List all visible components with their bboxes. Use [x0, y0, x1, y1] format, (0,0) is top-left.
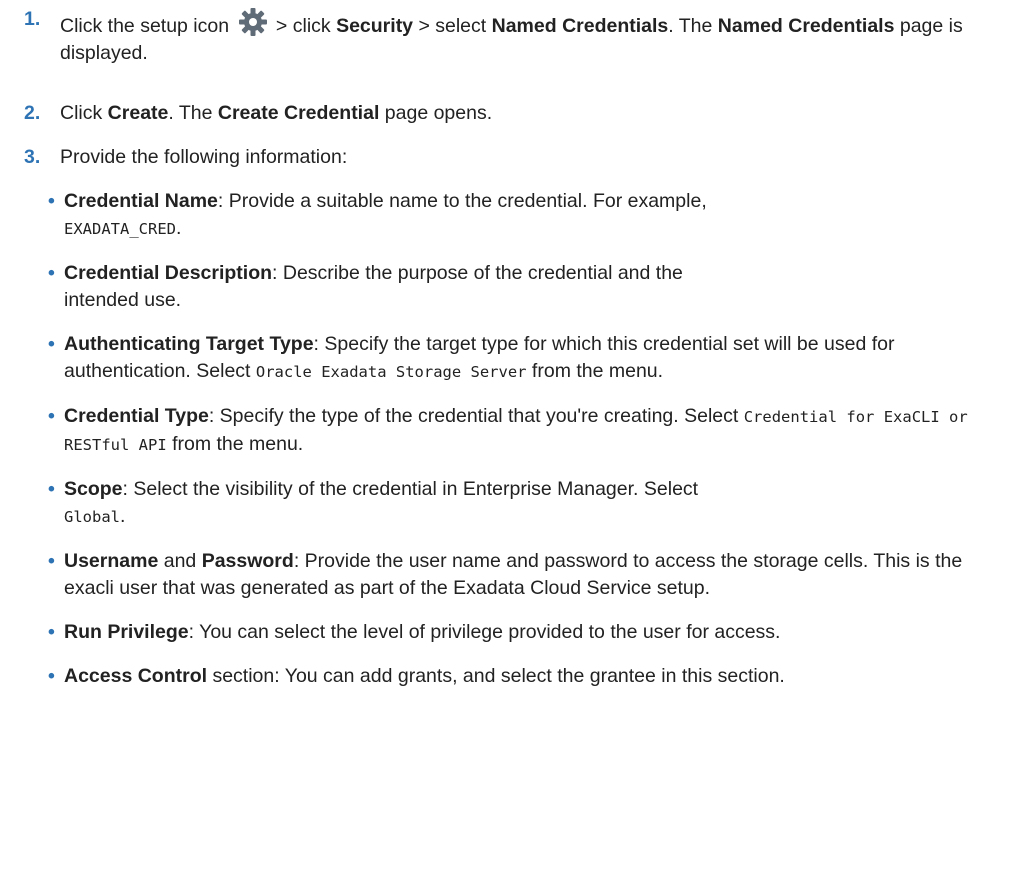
field-description: from the menu. — [166, 433, 304, 455]
step-text-segment: page opens. — [379, 102, 493, 124]
field-description: and — [158, 550, 202, 572]
list-item-text: Run Privilege: You can select the level … — [64, 619, 984, 646]
list-item: • Credential Name: Provide a suitable na… — [18, 188, 1018, 243]
list-item: • Credential Description: Describe the p… — [18, 260, 1018, 314]
field-description: : You can select the level of privilege … — [188, 621, 781, 643]
list-item-text: Username and Password: Provide the user … — [64, 548, 964, 602]
step-text-segment: . The — [668, 15, 718, 37]
list-item-text: Access Control section: You can add gran… — [64, 663, 964, 690]
bullet-glyph: • — [48, 190, 55, 212]
step-text: Provide the following information: — [60, 146, 348, 168]
bullet-glyph: • — [48, 550, 55, 572]
list-item: • Authenticating Target Type: Specify th… — [18, 331, 1018, 386]
step-1: 1. Click the setup icon > click Security… — [18, 6, 1018, 67]
bullet-glyph: • — [48, 405, 55, 427]
list-item: • Credential Type: Specify the type of t… — [18, 403, 1018, 459]
list-item: • Run Privilege: You can select the leve… — [18, 619, 1018, 646]
bold-term: Named Credentials — [491, 15, 669, 37]
field-name: Access Control — [64, 665, 208, 687]
list-item: • Access Control section: You can add gr… — [18, 663, 1018, 690]
step-text: Click the setup icon > click Security > … — [60, 6, 1018, 67]
bullet-glyph: • — [48, 262, 55, 284]
list-item-text: Scope: Select the visibility of the cred… — [64, 476, 964, 531]
step-text-segment: . The — [168, 102, 218, 124]
code-value: Oracle Exadata Storage Server — [255, 363, 527, 381]
step-2: 2. Click Create. The Create Credential p… — [18, 100, 1018, 127]
field-name: Credential Name — [64, 190, 218, 212]
field-description: : Select the visibility of the credentia… — [122, 478, 699, 500]
code-value: EXADATA_CRED — [64, 220, 176, 238]
code-value: Global — [64, 508, 120, 526]
step-text-segment: Click — [60, 102, 108, 124]
gear-icon — [237, 6, 269, 38]
bold-term: Create Credential — [217, 102, 380, 124]
field-name: Run Privilege — [64, 621, 189, 643]
step-number: 1. — [24, 8, 41, 30]
list-item: • Username and Password: Provide the use… — [18, 548, 1018, 602]
field-name: Scope — [64, 478, 123, 500]
field-name: Username — [64, 550, 159, 572]
field-description: . — [120, 505, 126, 527]
field-description: . — [175, 217, 182, 239]
step-text-segment: Click the setup icon — [60, 15, 230, 37]
step-number: 2. — [24, 102, 41, 124]
field-name: Credential Description — [64, 262, 273, 284]
bold-term: Create — [107, 102, 169, 124]
bullet-glyph: • — [48, 478, 55, 500]
step-number: 3. — [24, 146, 41, 168]
field-name: Password — [201, 550, 294, 572]
field-description: section: You can add grants, and select … — [207, 665, 785, 687]
field-name: Credential Type — [64, 405, 209, 427]
bullet-glyph: • — [48, 333, 55, 355]
field-description: : Specify the type of the credential tha… — [208, 405, 744, 427]
bold-term: Named Credentials — [717, 15, 895, 37]
list-item-text: Credential Type: Specify the type of the… — [64, 403, 984, 459]
bullet-glyph: • — [48, 665, 55, 687]
list-item-text: Credential Description: Describe the pur… — [64, 260, 744, 314]
bullet-glyph: • — [48, 621, 55, 643]
list-item-text: Authenticating Target Type: Specify the … — [64, 331, 964, 386]
field-list: • Credential Name: Provide a suitable na… — [18, 188, 1018, 690]
step-text-segment: > select — [413, 15, 492, 37]
step-text-segment: > click — [270, 15, 337, 37]
bold-term: Security — [336, 15, 414, 37]
list-item-text: Credential Name: Provide a suitable name… — [64, 188, 1018, 243]
field-name: Authenticating Target Type — [64, 333, 314, 355]
step-3: 3. Provide the following information: — [18, 144, 1018, 171]
field-description: from the menu. — [526, 360, 664, 382]
field-description: : Provide a suitable name to the credent… — [217, 190, 707, 212]
step-text: Click Create. The Create Credential page… — [60, 100, 1018, 127]
list-item: • Scope: Select the visibility of the cr… — [18, 476, 1018, 531]
